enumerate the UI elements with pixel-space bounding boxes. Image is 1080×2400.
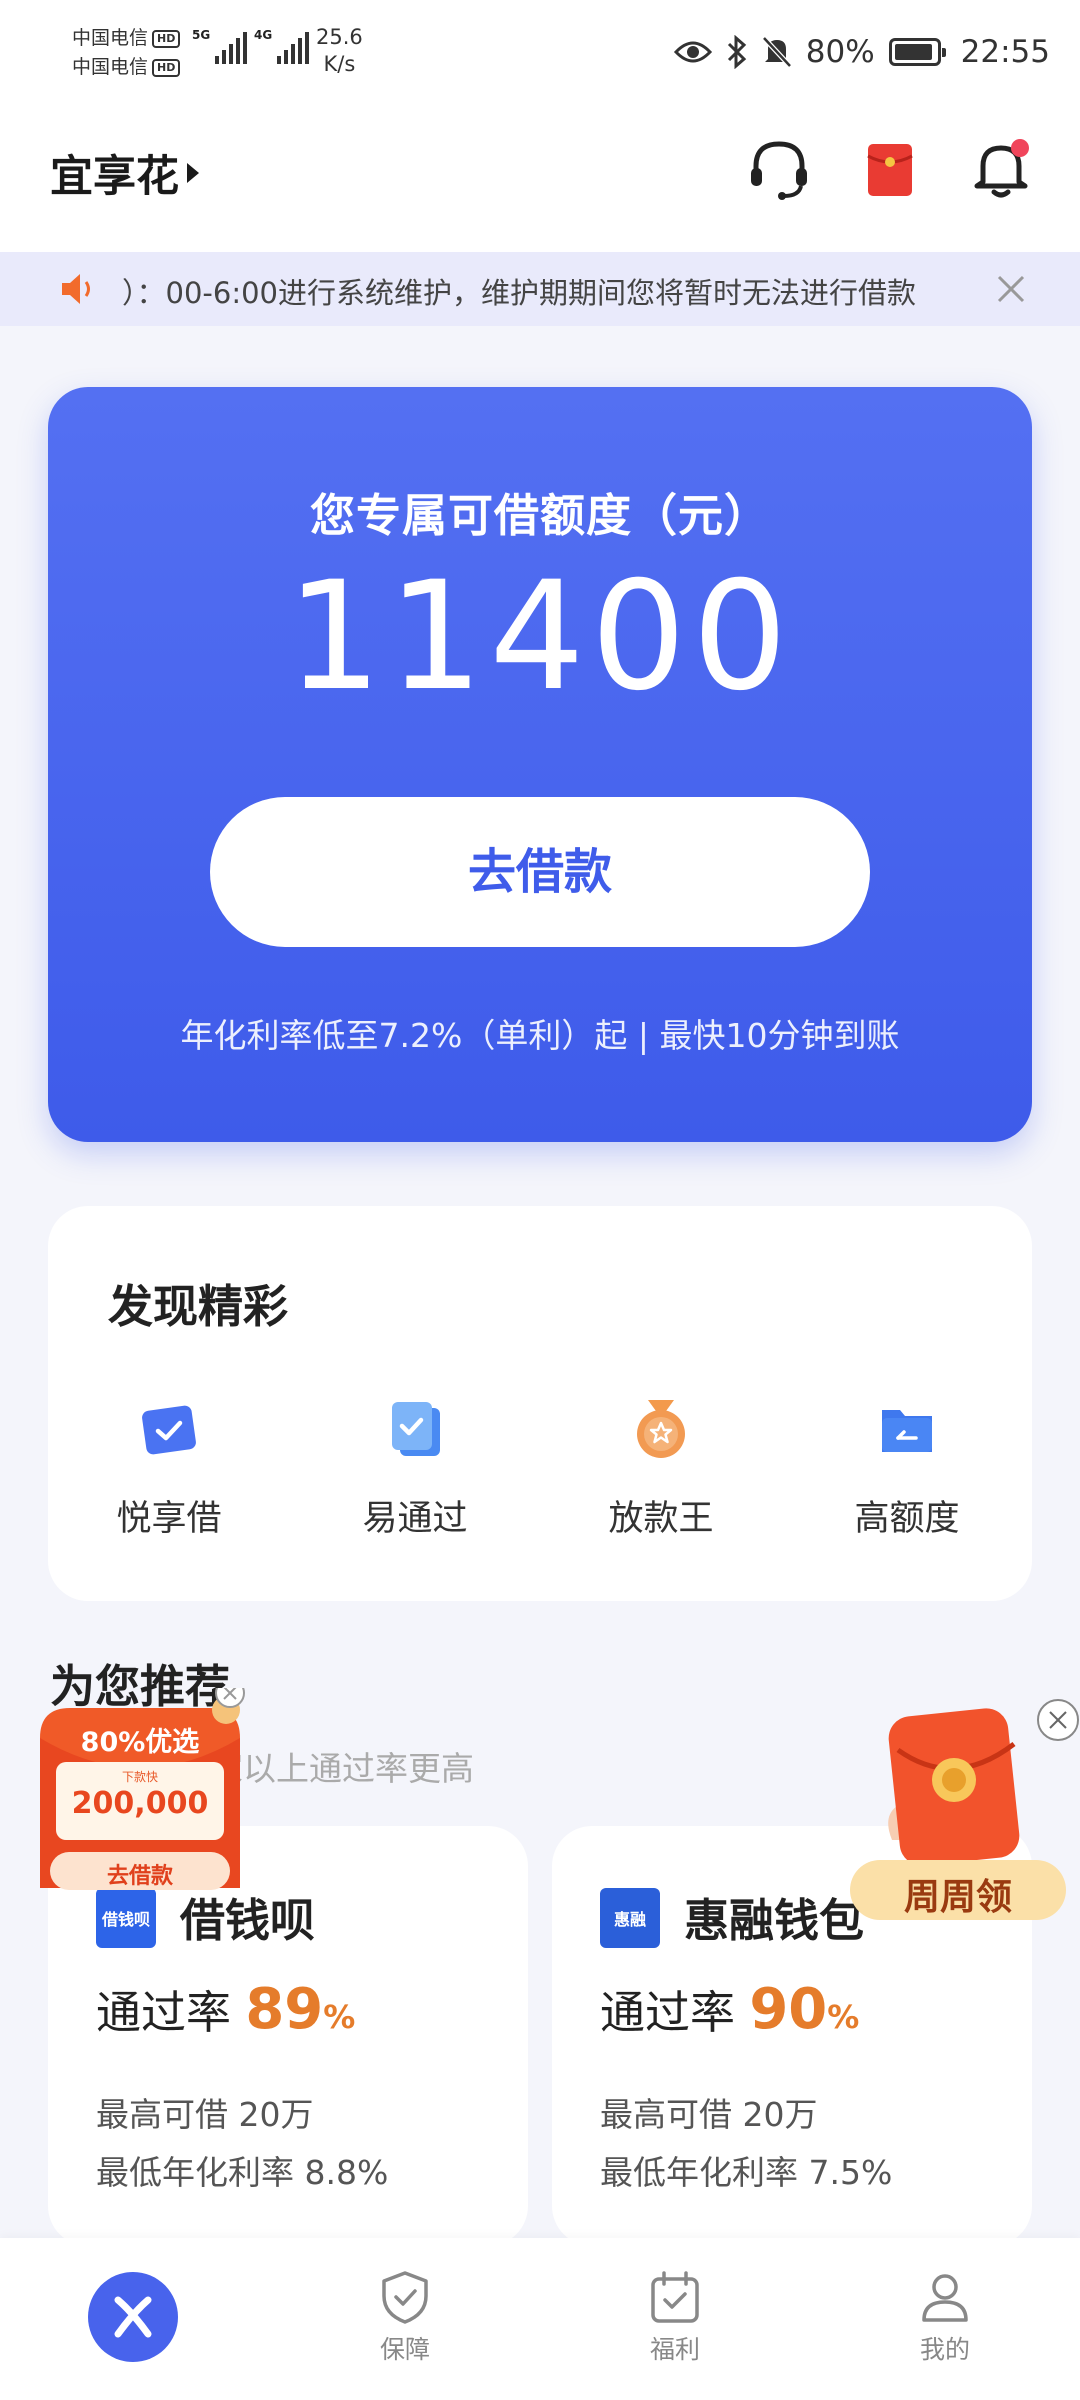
nav-item-wode[interactable]: 我的 [885,2268,1005,2366]
signal-5g-icon: 5G [192,28,248,64]
hd-badge: HD [152,30,181,48]
discover-label: 高额度 [854,1499,960,1539]
clock: 22:55 [960,34,1050,70]
medal-icon [637,1400,685,1458]
battery-percent: 80% [805,34,875,70]
check-card-icon [142,1405,196,1455]
carrier-info: 中国电信 HD 中国电信 HD [72,24,181,82]
discover-item-gaoedu[interactable]: 高额度 [807,1396,1007,1541]
discover-section: 发现精彩 悦享借 易通过 放款王 高额度 [48,1206,1032,1601]
discover-label: 悦享借 [116,1499,222,1539]
discover-item-fangkuanwang[interactable]: 放款王 [561,1396,761,1541]
nav-item-baozhang[interactable]: 保障 [345,2268,465,2366]
credit-limit-card: 您专属可借额度（元） 11400 去借款 年化利率低至7.2%（单利）起 | 最… [48,387,1032,1142]
max-loan-line: 最高可借 20万 [600,2095,818,2134]
person-icon [922,2274,968,2322]
signal-4g-icon: 4G [254,28,310,64]
discover-title: 发现精彩 [108,1280,289,1333]
carrier-2: 中国电信 [72,56,149,78]
promo-button[interactable]: 去借款 [20,1858,260,1890]
maintenance-notice: ）：00-6:00进行系统维护，维护期期间您将暂时无法进行借款 [0,252,1080,326]
nav-label: 我的 [919,2335,970,2364]
app-header: 宜享花 [0,110,1080,252]
headset-icon[interactable] [744,134,814,204]
battery-icon [888,38,946,66]
nav-label: 福利 [649,2335,700,2364]
product-name: 惠融钱包 [684,1894,865,1947]
status-icons: 80% 22:55 [673,30,1050,74]
promo-banner-right[interactable]: 周周领 [850,1690,1080,1940]
nav-label: 保障 [379,2335,430,2364]
borrow-button[interactable]: 去借款 [210,797,870,947]
carrier-1: 中国电信 [72,27,149,49]
bell-icon[interactable] [966,134,1036,204]
check-doc-icon [392,1402,440,1456]
red-envelope-icon[interactable] [855,134,925,204]
bottom-nav: 保障 福利 我的 [0,2238,1080,2400]
credit-amount: 11400 [286,550,794,724]
product-logo: 惠融 [600,1888,660,1948]
nav-item-fuli[interactable]: 福利 [615,2268,735,2366]
promo-banner-left[interactable]: 80%优选 下款快 200,000 去借款 [20,1688,260,1898]
pass-rate-line: 通过率 90% [600,1977,860,2042]
discover-item-yitongguo[interactable]: 易通过 [315,1396,515,1541]
caret-right-icon [187,163,199,183]
discover-label: 易通过 [362,1499,468,1539]
pass-rate-value: 89 [245,1977,324,2042]
notice-text: ）：00-6:00进行系统维护，维护期期间您将暂时无法进行借款 [122,276,916,310]
pass-rate-value: 90 [749,1977,828,2042]
bluetooth-icon [727,35,746,69]
close-icon[interactable] [994,272,1028,306]
promo-tag: 下款快 [121,1770,158,1784]
pass-rate-line: 通过率 89% [96,1977,356,2042]
mute-bell-icon [761,36,792,68]
app-name: 宜享花 [50,152,179,202]
calendar-check-icon [651,2271,699,2323]
rate-line: 最低年化利率 7.5% [600,2153,893,2192]
max-loan-line: 最高可借 20万 [96,2095,314,2134]
discover-label: 放款王 [608,1499,714,1539]
promo-headline: 80%优选 [80,1727,200,1758]
shield-icon [382,2271,428,2324]
credit-note: 年化利率低至7.2%（单利）起 | 最快10分钟到账 [180,1016,900,1055]
nav-home[interactable] [88,2272,178,2362]
promo-label: 周周领 [903,1877,1012,1918]
speaker-icon [62,274,90,304]
hd-badge: HD [152,59,181,77]
rate-line: 最低年化利率 8.8% [96,2153,389,2192]
folder-icon [882,1410,932,1452]
eye-icon [673,41,712,63]
home-x-icon [114,2296,152,2338]
status-bar: 中国电信 HD 中国电信 HD 5G 4G 25.6 K/s 80% 22:55 [0,0,1080,110]
app-switcher[interactable]: 宜享花 [50,142,199,204]
discover-item-yuexiangjie[interactable]: 悦享借 [69,1396,269,1541]
promo-amount: 200,000 [71,1786,209,1821]
network-speed: 25.6 K/s [316,25,363,76]
credit-title: 您专属可借额度（元） [309,489,770,542]
